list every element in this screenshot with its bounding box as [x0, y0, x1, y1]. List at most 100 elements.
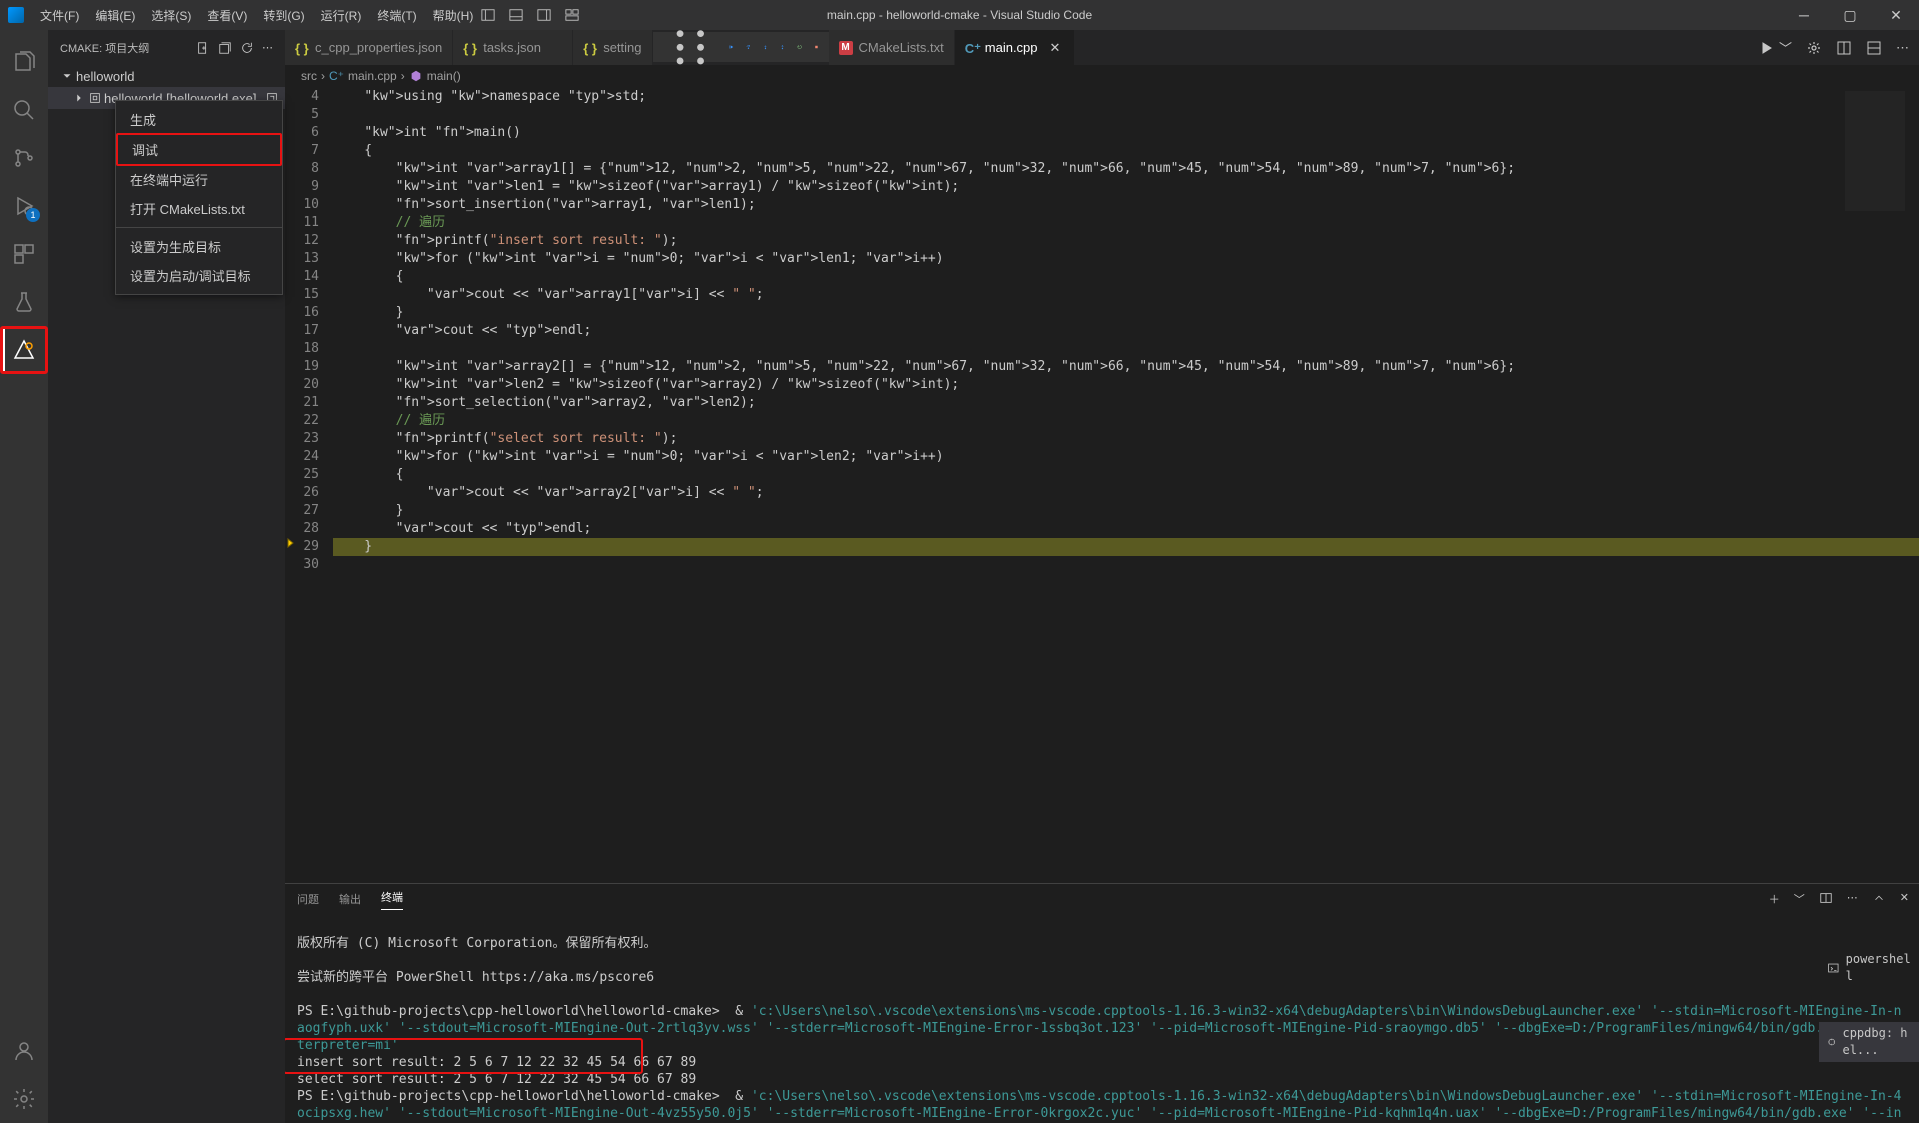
menu-edit[interactable]: 编辑(E): [87, 7, 143, 24]
menu-help[interactable]: 帮助(H): [425, 7, 482, 24]
cmake-file-icon: M: [839, 41, 853, 55]
more-actions-icon[interactable]: ⋯: [1896, 40, 1909, 56]
activity-search[interactable]: [0, 86, 48, 134]
close-button[interactable]: ✕: [1873, 0, 1919, 30]
ctx-set-build-target[interactable]: 设置为生成目标: [116, 232, 282, 261]
extensions-icon: [12, 242, 36, 266]
more-icon[interactable]: ⋯: [262, 41, 273, 55]
cpp-icon: C⁺: [965, 41, 979, 55]
kill-terminal-icon[interactable]: ⋯: [1847, 891, 1858, 907]
stop-icon[interactable]: [814, 40, 819, 54]
vscode-logo: [8, 7, 24, 23]
git-icon: [12, 146, 36, 170]
activity-cmake[interactable]: [0, 326, 48, 374]
bc-folder[interactable]: src: [301, 69, 317, 83]
sidebar-title: CMAKE: 项目大纲: [60, 40, 149, 56]
split-terminal-icon[interactable]: [1819, 891, 1833, 905]
tab-c-cpp-properties[interactable]: { } c_cpp_properties.json: [285, 30, 453, 65]
run-chevron[interactable]: ﹀: [1779, 38, 1792, 57]
editor[interactable]: 4567891011121314151617181920212223242526…: [285, 87, 1919, 883]
panel-terminal[interactable]: 终端: [381, 889, 403, 910]
ctx-build[interactable]: 生成: [116, 105, 282, 134]
layout-custom-icon[interactable]: [565, 8, 579, 22]
refresh-icon[interactable]: [240, 41, 254, 55]
menu-selection[interactable]: 选择(S): [143, 7, 199, 24]
layout-bottom-icon[interactable]: [509, 8, 523, 22]
tab-tasks-json[interactable]: { } tasks.json: [453, 30, 573, 65]
layout-right-icon[interactable]: [537, 8, 551, 22]
activity-account[interactable]: [0, 1027, 48, 1075]
tree-root[interactable]: helloworld: [48, 65, 285, 87]
debug-badge: 1: [26, 208, 40, 222]
panel-tabs: 问题 输出 终端 ＋ ﹀ ⋯ ✕: [285, 884, 1919, 914]
tabs-row: { } c_cpp_properties.json { } tasks.json…: [285, 30, 1919, 65]
step-out-icon[interactable]: [780, 40, 785, 54]
highlight-box: [285, 1038, 643, 1074]
menu-goto[interactable]: 转到(G): [255, 7, 312, 24]
breadcrumb: src › C⁺ main.cpp › main(): [285, 65, 1919, 87]
debug-terminal-icon: [1827, 1035, 1836, 1049]
terminal-list: powershell cppdbg: hel...: [1819, 914, 1919, 1096]
ctx-run-in-terminal[interactable]: 在终端中运行: [116, 165, 282, 194]
activity-testing[interactable]: [0, 278, 48, 326]
bc-file[interactable]: main.cpp: [348, 69, 397, 83]
close-icon[interactable]: ✕: [1050, 40, 1061, 56]
new-file-icon[interactable]: [196, 41, 210, 55]
tab-cmakelists[interactable]: M CMakeLists.txt: [829, 30, 955, 65]
layout-left-icon[interactable]: [481, 8, 495, 22]
ctx-debug[interactable]: 调试: [116, 133, 282, 166]
activity-run-debug[interactable]: 1: [0, 182, 48, 230]
gear-icon: [12, 1087, 36, 1111]
search-icon: [12, 98, 36, 122]
menu-terminal[interactable]: 终端(T): [369, 7, 424, 24]
code-content: "kw">using "kw">namespace "typ">std; "kw…: [333, 87, 1919, 883]
terminal-powershell[interactable]: powershell: [1819, 948, 1919, 988]
terminal-content[interactable]: 版权所有 (C) Microsoft Corporation。保留所有权利。 尝…: [285, 914, 1919, 1123]
ctx-open-cmakelists[interactable]: 打开 CMakeLists.txt: [116, 194, 282, 223]
minimap[interactable]: [1845, 91, 1905, 211]
target-icon: [88, 91, 102, 105]
bc-symbol[interactable]: main(): [427, 69, 461, 83]
save-all-icon[interactable]: [218, 41, 232, 55]
new-terminal-icon[interactable]: ＋: [1769, 891, 1780, 907]
continue-icon[interactable]: [729, 40, 734, 54]
minimize-button[interactable]: ─: [1781, 0, 1827, 30]
maximize-panel-icon[interactable]: [1872, 891, 1886, 905]
terminal-cppdbg[interactable]: cppdbg: hel...: [1819, 1022, 1919, 1062]
maximize-button[interactable]: ▢: [1827, 0, 1873, 30]
titlebar: 文件(F) 编辑(E) 选择(S) 查看(V) 转到(G) 运行(R) 终端(T…: [0, 0, 1919, 30]
activity-explorer[interactable]: [0, 38, 48, 86]
json-icon: { }: [583, 41, 597, 55]
gutter: 4567891011121314151617181920212223242526…: [285, 87, 333, 883]
cpp-icon-small: C⁺: [329, 69, 344, 83]
terminal-icon: [1827, 961, 1840, 975]
symbol-icon: [409, 69, 423, 83]
terminal-dropdown-icon[interactable]: ﹀: [1794, 891, 1805, 907]
layout-toggle-icon[interactable]: [1866, 40, 1882, 56]
activity-bar: 1: [0, 30, 48, 1123]
activity-source-control[interactable]: [0, 134, 48, 182]
run-dropdown-icon[interactable]: [1759, 40, 1775, 56]
activity-settings[interactable]: [0, 1075, 48, 1123]
split-icon[interactable]: [1836, 40, 1852, 56]
panel: 问题 输出 终端 ＋ ﹀ ⋯ ✕ 版权所有 (C) Microsoft Corp…: [285, 883, 1919, 1123]
step-over-icon[interactable]: [746, 40, 751, 54]
restart-icon[interactable]: [797, 40, 802, 54]
tab-settings[interactable]: { } setting: [573, 30, 652, 65]
step-into-icon[interactable]: [763, 40, 768, 54]
settings-icon[interactable]: [1806, 40, 1822, 56]
close-panel-icon[interactable]: ✕: [1900, 891, 1909, 907]
cmake-icon: [12, 338, 36, 362]
ctx-set-launch-target[interactable]: 设置为启动/调试目标: [116, 261, 282, 290]
menu-run[interactable]: 运行(R): [313, 7, 370, 24]
activity-extensions[interactable]: [0, 230, 48, 278]
panel-problems[interactable]: 问题: [297, 891, 319, 907]
menu-view[interactable]: 查看(V): [199, 7, 255, 24]
menubar: 文件(F) 编辑(E) 选择(S) 查看(V) 转到(G) 运行(R) 终端(T…: [32, 7, 481, 24]
files-icon: [12, 50, 36, 74]
window-title: main.cpp - helloworld-cmake - Visual Stu…: [827, 8, 1092, 22]
json-icon: { }: [463, 41, 477, 55]
menu-file[interactable]: 文件(F): [32, 7, 87, 24]
panel-output[interactable]: 输出: [339, 891, 361, 907]
tab-main-cpp[interactable]: C⁺ main.cpp ✕: [955, 30, 1075, 65]
